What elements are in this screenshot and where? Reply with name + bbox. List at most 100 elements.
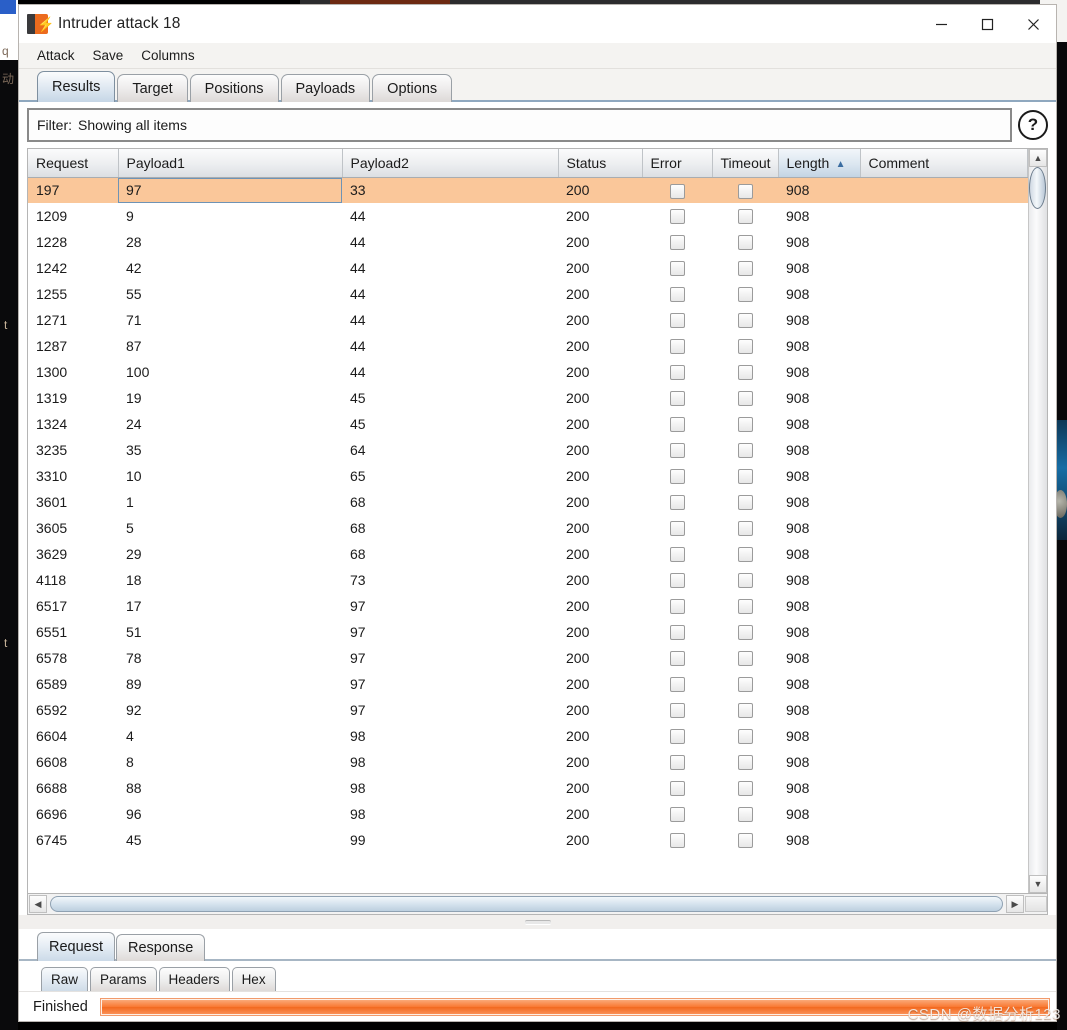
checkbox-icon[interactable] xyxy=(737,235,753,251)
checkbox-icon[interactable] xyxy=(669,651,685,667)
cell-error-checkbox[interactable] xyxy=(642,671,712,697)
cell-timeout-checkbox[interactable] xyxy=(712,463,778,489)
checkbox-icon[interactable] xyxy=(669,677,685,693)
cell-timeout-checkbox[interactable] xyxy=(712,203,778,229)
cell-timeout-checkbox[interactable] xyxy=(712,229,778,255)
checkbox-icon[interactable] xyxy=(669,391,685,407)
panel-splitter[interactable] xyxy=(19,915,1056,929)
vertical-scroll-thumb[interactable] xyxy=(1029,167,1046,209)
checkbox-icon[interactable] xyxy=(737,573,753,589)
checkbox-icon[interactable] xyxy=(669,339,685,355)
checkbox-icon[interactable] xyxy=(737,183,753,199)
checkbox-icon[interactable] xyxy=(669,287,685,303)
table-row[interactable]: 6551 51 97 200 908 xyxy=(28,619,1028,645)
checkbox-icon[interactable] xyxy=(669,183,685,199)
cell-error-checkbox[interactable] xyxy=(642,307,712,333)
table-row[interactable]: 3629 29 68 200 908 xyxy=(28,541,1028,567)
cell-timeout-checkbox[interactable] xyxy=(712,177,778,203)
cell-error-checkbox[interactable] xyxy=(642,489,712,515)
checkbox-icon[interactable] xyxy=(669,209,685,225)
horizontal-scroll-thumb[interactable] xyxy=(50,896,1003,912)
cell-error-checkbox[interactable] xyxy=(642,645,712,671)
cell-timeout-checkbox[interactable] xyxy=(712,359,778,385)
table-row[interactable]: 1228 28 44 200 908 xyxy=(28,229,1028,255)
table-row[interactable]: 3310 10 65 200 908 xyxy=(28,463,1028,489)
checkbox-icon[interactable] xyxy=(669,729,685,745)
table-row[interactable]: 6696 96 98 200 908 xyxy=(28,801,1028,827)
checkbox-icon[interactable] xyxy=(669,417,685,433)
menu-item-save[interactable]: Save xyxy=(91,46,126,65)
checkbox-icon[interactable] xyxy=(737,599,753,615)
checkbox-icon[interactable] xyxy=(669,755,685,771)
checkbox-icon[interactable] xyxy=(737,781,753,797)
checkbox-icon[interactable] xyxy=(737,209,753,225)
tab-options[interactable]: Options xyxy=(372,74,453,102)
checkbox-icon[interactable] xyxy=(737,833,753,849)
cell-error-checkbox[interactable] xyxy=(642,515,712,541)
cell-timeout-checkbox[interactable] xyxy=(712,255,778,281)
cell-timeout-checkbox[interactable] xyxy=(712,437,778,463)
checkbox-icon[interactable] xyxy=(669,781,685,797)
cell-error-checkbox[interactable] xyxy=(642,359,712,385)
cell-timeout-checkbox[interactable] xyxy=(712,567,778,593)
cell-error-checkbox[interactable] xyxy=(642,255,712,281)
close-button[interactable] xyxy=(1010,5,1056,43)
cell-timeout-checkbox[interactable] xyxy=(712,723,778,749)
cell-timeout-checkbox[interactable] xyxy=(712,489,778,515)
cell-timeout-checkbox[interactable] xyxy=(712,281,778,307)
table-row[interactable]: 6517 17 97 200 908 xyxy=(28,593,1028,619)
table-row[interactable]: 3235 35 64 200 908 xyxy=(28,437,1028,463)
checkbox-icon[interactable] xyxy=(737,469,753,485)
checkbox-icon[interactable] xyxy=(737,365,753,381)
cell-error-checkbox[interactable] xyxy=(642,333,712,359)
cell-error-checkbox[interactable] xyxy=(642,775,712,801)
table-row[interactable]: 6592 92 97 200 908 xyxy=(28,697,1028,723)
scroll-up-arrow-icon[interactable]: ▲ xyxy=(1029,149,1047,167)
minimize-button[interactable] xyxy=(918,5,964,43)
checkbox-icon[interactable] xyxy=(737,495,753,511)
cell-error-checkbox[interactable] xyxy=(642,801,712,827)
tab-results[interactable]: Results xyxy=(37,71,116,102)
checkbox-icon[interactable] xyxy=(669,365,685,381)
checkbox-icon[interactable] xyxy=(669,521,685,537)
column-header-length[interactable]: ▲ Length xyxy=(778,149,861,178)
table-row[interactable]: 1324 24 45 200 908 xyxy=(28,411,1028,437)
table-row[interactable]: 6745 45 99 200 908 xyxy=(28,827,1028,853)
menu-item-columns[interactable]: Columns xyxy=(139,46,196,65)
checkbox-icon[interactable] xyxy=(669,573,685,589)
cell-timeout-checkbox[interactable] xyxy=(712,775,778,801)
checkbox-icon[interactable] xyxy=(669,833,685,849)
column-header-error[interactable]: Error xyxy=(642,149,713,178)
checkbox-icon[interactable] xyxy=(669,443,685,459)
checkbox-icon[interactable] xyxy=(737,521,753,537)
checkbox-icon[interactable] xyxy=(669,261,685,277)
checkbox-icon[interactable] xyxy=(737,729,753,745)
cell-error-checkbox[interactable] xyxy=(642,385,712,411)
cell-timeout-checkbox[interactable] xyxy=(712,541,778,567)
table-row[interactable]: 1271 71 44 200 908 xyxy=(28,307,1028,333)
table-row[interactable]: 1209 9 44 200 908 xyxy=(28,203,1028,229)
column-header-request[interactable]: Request xyxy=(28,149,119,178)
cell-timeout-checkbox[interactable] xyxy=(712,671,778,697)
table-row[interactable]: 3605 5 68 200 908 xyxy=(28,515,1028,541)
checkbox-icon[interactable] xyxy=(669,495,685,511)
column-header-payload1[interactable]: Payload1 xyxy=(118,149,343,178)
menu-item-attack[interactable]: Attack xyxy=(35,46,77,65)
cell-error-checkbox[interactable] xyxy=(642,281,712,307)
checkbox-icon[interactable] xyxy=(737,625,753,641)
checkbox-icon[interactable] xyxy=(669,703,685,719)
table-row[interactable]: 6604 4 98 200 908 xyxy=(28,723,1028,749)
checkbox-icon[interactable] xyxy=(737,391,753,407)
checkbox-icon[interactable] xyxy=(737,651,753,667)
column-header-payload2[interactable]: Payload2 xyxy=(342,149,559,178)
table-row[interactable]: 6578 78 97 200 908 xyxy=(28,645,1028,671)
checkbox-icon[interactable] xyxy=(737,443,753,459)
table-row[interactable]: 1319 19 45 200 908 xyxy=(28,385,1028,411)
tab-headers[interactable]: Headers xyxy=(158,967,230,991)
cell-timeout-checkbox[interactable] xyxy=(712,827,778,853)
table-row[interactable]: 1242 42 44 200 908 xyxy=(28,255,1028,281)
cell-error-checkbox[interactable] xyxy=(642,463,712,489)
cell-error-checkbox[interactable] xyxy=(642,619,712,645)
table-row[interactable]: 1255 55 44 200 908 xyxy=(28,281,1028,307)
table-row[interactable]: 4118 18 73 200 908 xyxy=(28,567,1028,593)
